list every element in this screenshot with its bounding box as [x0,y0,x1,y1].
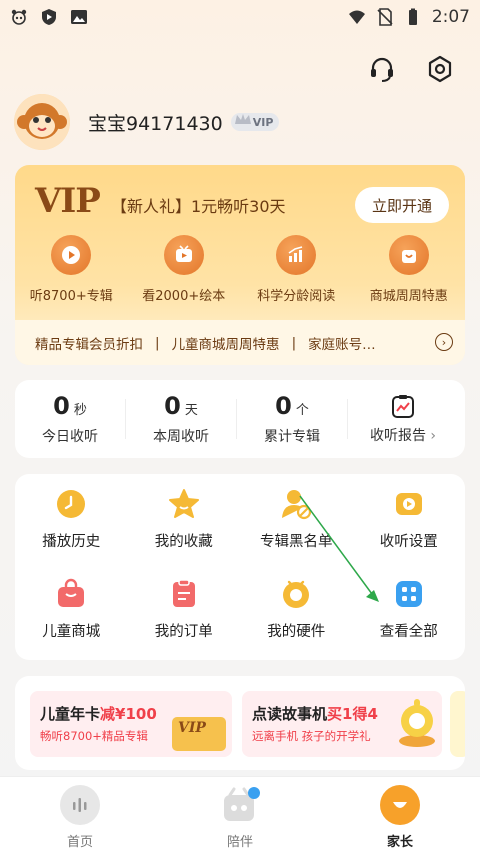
top-actions [368,55,454,83]
promo-annual-card[interactable]: 儿童年卡减¥100 畅听8700+精品专辑 VIP [30,691,232,757]
grid-item-favorites[interactable]: 我的收藏 [128,488,241,578]
play-settings-icon [393,488,425,520]
chart-icon [276,235,317,275]
monkey-avatar-icon [14,94,70,150]
headset-icon[interactable] [368,55,396,83]
stat-today: 0秒 今日收听 [42,392,98,445]
play-icon [51,235,92,275]
crown-icon [234,114,251,124]
vip-benefits: 听8700+专辑 看2000+绘本 科学分龄阅读 商城周周特惠 [15,235,465,304]
grid-item-blacklist[interactable]: 专辑黑名单 [240,488,353,578]
parent-icon [380,785,420,825]
promo-story-machine[interactable]: 点读故事机买1得4 远离手机 孩子的开学礼 [242,691,442,757]
chevron-right-icon[interactable]: › [435,333,453,351]
grid-all-icon [393,578,425,610]
vip-promo-text: 【新人礼】1元畅听30天 [111,197,286,216]
report-icon [392,395,414,418]
play-shield-icon [42,9,56,25]
grid-item-history[interactable]: 播放历史 [15,488,128,578]
vip-card[interactable]: VIP 【新人礼】1元畅听30天 立即开通 听8700+专辑 看2000+绘本 … [15,165,465,365]
chevron-right-icon: › [430,428,437,444]
vip-badge[interactable]: VIP [230,113,280,131]
clock-icon [55,488,87,520]
audio-bars-icon [60,785,100,825]
grid-item-listen-settings[interactable]: 收听设置 [353,488,466,578]
open-vip-button[interactable]: 立即开通 [355,187,449,223]
vip-card-badge: VIP [172,717,226,751]
stat-week: 0天 本周收听 [153,392,209,445]
heart-bag-icon [388,235,429,275]
block-user-icon [280,488,312,520]
tab-home[interactable]: 首页 [0,777,160,853]
shopping-bag-icon [55,578,87,610]
promo-next-peek [450,691,465,757]
benefit-albums[interactable]: 听8700+专辑 [16,235,126,304]
profile-header[interactable]: 宝宝94171430 VIP [14,94,280,150]
listening-stats: 0秒 今日收听 0天 本周收听 0个 累计专辑 收听报告 › [15,380,465,458]
vip-ticker[interactable]: 精品专辑会员折扣 | 儿童商城周周特惠 | 家庭账号… › [15,320,465,365]
order-icon [168,578,200,610]
tab-companion[interactable]: 陪伴 [160,777,320,853]
grid-item-view-all[interactable]: 查看全部 [353,578,466,668]
device-icon [280,578,312,610]
wifi-icon [348,10,365,24]
ticker-item: 家庭账号… [308,336,376,353]
panda-icon [11,9,27,25]
status-bar: 2:07 [0,0,480,34]
companion-icon [220,785,260,825]
stat-albums: 0个 累计专辑 [264,392,320,445]
benefit-mall[interactable]: 商城周周特惠 [354,235,464,304]
promo-banners: 儿童年卡减¥100 畅听8700+精品专辑 VIP 点读故事机买1得4 远离手机… [15,676,465,770]
tv-icon [163,235,204,275]
grid-item-orders[interactable]: 我的订单 [128,578,241,668]
image-icon [71,10,87,24]
benefit-picturebooks[interactable]: 看2000+绘本 [129,235,239,304]
no-sim-icon [377,8,393,26]
benefit-reading[interactable]: 科学分龄阅读 [241,235,351,304]
story-machine-icon [399,699,435,747]
vip-badge-label: VIP [252,115,274,129]
listening-report-button[interactable]: 收听报告 › [348,393,458,445]
ticker-item: 儿童商城周周特惠 [171,336,280,353]
vip-logo: VIP [35,181,101,221]
star-icon [168,488,200,520]
battery-icon [408,8,417,25]
grid-item-kids-mall[interactable]: 儿童商城 [15,578,128,668]
ticker-item: 精品专辑会员折扣 [35,336,143,353]
username: 宝宝94171430 [88,112,223,135]
grid-item-hardware[interactable]: 我的硬件 [240,578,353,668]
avatar[interactable] [14,94,70,150]
tab-parent[interactable]: 家长 [320,777,480,853]
function-grid: 播放历史 我的收藏 专辑黑名单 收听设置 儿童商城 我的订单 我的硬件 查看全部 [15,474,465,660]
settings-icon[interactable] [426,55,454,83]
bottom-tabbar: 首页 陪伴 家长 [0,776,480,853]
ticker-separator: | [155,334,160,351]
status-time: 2:07 [431,7,470,27]
ticker-separator: | [291,334,297,351]
